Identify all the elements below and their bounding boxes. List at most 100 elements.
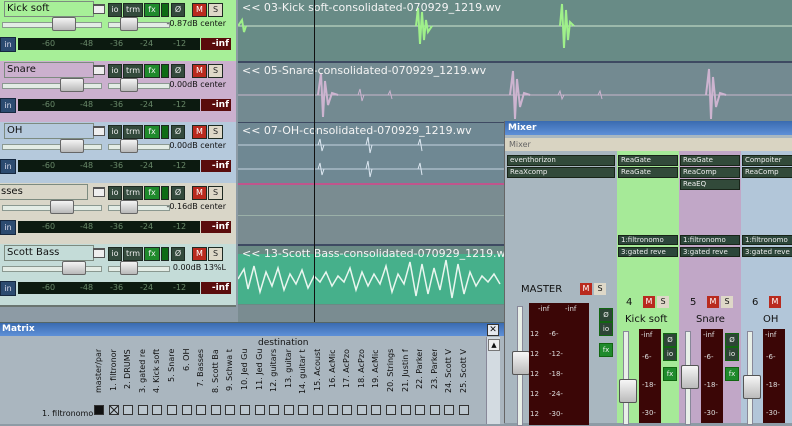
volume-knob[interactable] [60,139,84,153]
channel-fx-slot[interactable]: ReaGate [680,155,740,166]
matrix-cell[interactable] [152,405,163,415]
channel-send[interactable]: 3:gated reve [742,247,792,257]
matrix-cell[interactable] [196,405,207,415]
master-phase-button[interactable]: Ø [599,308,613,322]
track-name-field[interactable]: Kick soft [4,1,94,17]
track-panel[interactable]: OH io trm fx Ø M S 0.00dB center in -60 … [0,122,236,185]
input-button[interactable]: in [0,281,16,296]
trim-button[interactable]: trm [123,247,143,261]
channel-mute-button[interactable]: M [643,296,655,308]
fx-button[interactable]: fx [144,186,160,200]
matrix-cell[interactable] [123,405,134,415]
channel-fx-slot[interactable]: Compoiter [742,155,792,166]
matrix-cell[interactable] [240,405,250,415]
channel-fader[interactable] [619,379,637,403]
edit-cursor[interactable] [314,0,315,322]
phase-button[interactable]: Ø [171,64,185,78]
track-panel[interactable]: sses io trm fx Ø M S -0.16dB center in -… [0,183,236,246]
fx-button[interactable]: fx [144,247,160,261]
pan-knob[interactable] [120,261,138,275]
record-arm-button[interactable] [161,64,169,78]
track-name-field[interactable]: Scott Bass [4,245,94,261]
master-fx-slot[interactable]: ReaXcomp [507,167,615,178]
channel-phase-button[interactable]: Ø [725,333,739,347]
lane-snare[interactable]: << 05-Snare-consolidated-070929_1219.wv [238,61,792,124]
volume-knob[interactable] [62,261,86,275]
solo-button[interactable]: S [208,64,223,78]
io-button[interactable]: io [108,64,122,78]
io-button[interactable]: io [108,247,122,261]
matrix-cell[interactable] [444,405,455,415]
fx-button[interactable]: fx [144,125,160,139]
track-panel[interactable]: Kick soft io trm fx Ø M S -0.87dB center… [0,0,236,63]
matrix-cell[interactable] [400,405,411,415]
folder-icon[interactable] [93,126,105,136]
record-arm-button[interactable] [161,186,169,200]
input-button[interactable]: in [0,37,16,52]
channel-phase-button[interactable]: Ø [663,333,677,347]
matrix-cell[interactable] [283,405,294,415]
solo-button[interactable]: S [208,247,223,261]
matrix-cell[interactable] [254,405,265,415]
solo-button[interactable]: S [208,186,223,200]
track-name-field[interactable]: OH [4,123,94,139]
master-fx-slot[interactable]: eventhorizon [507,155,615,166]
folder-icon[interactable] [93,65,105,75]
master-fx-button[interactable]: fx [599,343,613,357]
matrix-cell[interactable] [459,405,469,415]
matrix-cell[interactable] [386,405,396,415]
volume-knob[interactable] [52,17,76,31]
matrix-cell[interactable] [415,405,426,415]
channel-send[interactable]: 1:filtronomo [680,235,740,245]
channel-fx-button[interactable]: fx [663,367,677,381]
pan-knob[interactable] [120,17,138,31]
channel-fx-slot[interactable]: ReaEQ [680,179,740,190]
channel-fader[interactable] [681,365,699,389]
track-panel[interactable]: Scott Bass io trm fx Ø M S 0.00dB 13%L i… [0,244,236,307]
track-panel[interactable]: Snare io trm fx Ø M S 0.00dB center in -… [0,61,236,124]
channel-mute-button[interactable]: M [769,296,781,308]
record-arm-button[interactable] [161,3,169,17]
input-button[interactable]: in [0,159,16,174]
channel-send[interactable]: 3:gated reve [680,247,740,257]
matrix-cell[interactable] [298,405,309,415]
solo-button[interactable]: S [208,3,223,17]
channel-fx-slot[interactable]: ReaComp [742,167,792,178]
matrix-cell[interactable] [313,405,323,415]
channel-send[interactable]: 1:filtronomo [742,235,792,245]
mute-button[interactable]: M [192,125,207,139]
matrix-cell[interactable] [181,405,192,415]
fx-button[interactable]: fx [144,64,160,78]
solo-button[interactable]: S [208,125,223,139]
track-name-field[interactable]: sses [0,184,88,200]
master-mute-button[interactable]: M [580,283,592,295]
master-fader[interactable] [512,351,530,375]
master-solo-button[interactable]: S [594,283,606,295]
record-arm-button[interactable] [161,247,169,261]
track-name-field[interactable]: Snare [4,62,94,78]
input-button[interactable]: in [0,98,16,113]
channel-fx-slot[interactable]: ReaGate [618,155,678,166]
matrix-cell[interactable] [225,405,236,415]
phase-button[interactable]: Ø [171,247,185,261]
channel-io-button[interactable]: io [725,347,739,361]
channel-solo-button[interactable]: S [721,296,733,308]
phase-button[interactable]: Ø [171,125,185,139]
channel-fx-slot[interactable]: ReaGate [618,167,678,178]
matrix-cell[interactable] [137,405,148,415]
mute-button[interactable]: M [192,64,207,78]
matrix-cell[interactable] [269,405,280,415]
io-button[interactable]: io [108,186,122,200]
folder-icon[interactable] [93,4,105,14]
trim-button[interactable]: trm [123,64,143,78]
phase-button[interactable]: Ø [171,3,185,17]
channel-io-button[interactable]: io [663,347,677,361]
folder-icon[interactable] [93,187,105,197]
mixer-tab[interactable]: Mixer [505,138,792,151]
lane-kick[interactable]: << 03-Kick soft-consolidated-070929_1219… [238,0,792,61]
mute-button[interactable]: M [192,247,207,261]
channel-fx-button[interactable]: fx [725,367,739,381]
matrix-scrollbar[interactable]: ▲ [486,337,500,424]
matrix-cell[interactable] [167,405,177,415]
pan-knob[interactable] [120,200,138,214]
